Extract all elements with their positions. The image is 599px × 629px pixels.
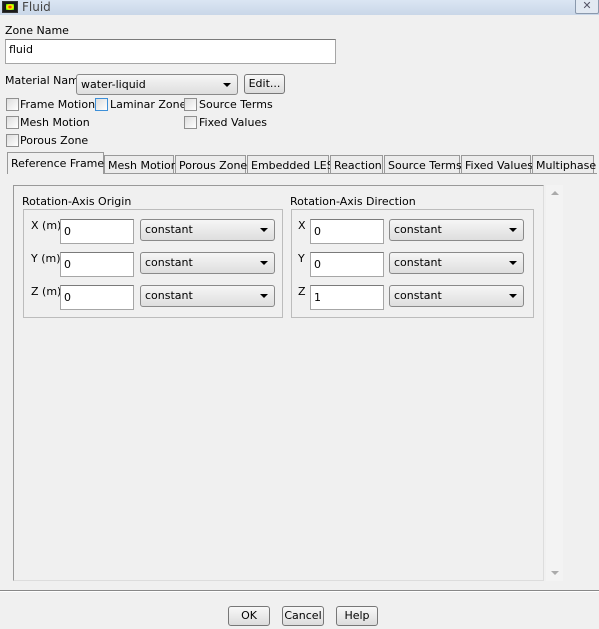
method-value: constant bbox=[394, 256, 442, 269]
scroll-up-icon[interactable] bbox=[551, 191, 559, 195]
direction-z-method-select[interactable]: constant bbox=[389, 285, 524, 307]
frame-motion-checkbox[interactable] bbox=[6, 98, 19, 111]
vertical-scrollbar[interactable] bbox=[546, 185, 563, 581]
close-icon: ✕ bbox=[582, 0, 592, 12]
fixed-values-label: Fixed Values bbox=[199, 116, 267, 129]
direction-y-label: Y bbox=[298, 252, 305, 265]
material-name-label: Material Name bbox=[5, 74, 86, 87]
laminar-zone-label: Laminar Zone bbox=[110, 98, 187, 111]
edit-button[interactable]: Edit... bbox=[244, 74, 285, 94]
direction-x-input[interactable]: 0 bbox=[310, 219, 384, 244]
origin-y-input[interactable]: 0 bbox=[60, 252, 134, 277]
help-button[interactable]: Help bbox=[336, 606, 378, 626]
method-value: constant bbox=[145, 289, 193, 302]
tab-reference-frame[interactable]: Reference Frame bbox=[7, 152, 104, 174]
dropdown-arrow-icon bbox=[260, 228, 268, 232]
title-bar bbox=[0, 0, 599, 15]
direction-z-input[interactable]: 1 bbox=[310, 285, 384, 310]
origin-x-input[interactable]: 0 bbox=[60, 219, 134, 244]
porous-zone-label: Porous Zone bbox=[20, 134, 89, 147]
dropdown-arrow-icon bbox=[260, 294, 268, 298]
cancel-button[interactable]: Cancel bbox=[282, 606, 324, 626]
tab-mesh-motion[interactable]: Mesh Motion bbox=[104, 155, 178, 174]
origin-z-input[interactable]: 0 bbox=[60, 285, 134, 310]
dropdown-arrow-icon bbox=[260, 261, 268, 265]
origin-x-label: X (m) bbox=[31, 219, 62, 232]
origin-title: Rotation-Axis Origin bbox=[22, 195, 132, 208]
origin-y-label: Y (m) bbox=[31, 252, 61, 265]
method-value: constant bbox=[394, 289, 442, 302]
direction-x-label: X bbox=[298, 219, 306, 232]
origin-z-label: Z (m) bbox=[31, 285, 62, 298]
direction-title: Rotation-Axis Direction bbox=[290, 195, 416, 208]
zone-name-input[interactable]: fluid bbox=[5, 39, 336, 64]
tab-reaction[interactable]: Reaction bbox=[330, 155, 383, 174]
separator bbox=[0, 590, 599, 592]
origin-x-method-select[interactable]: constant bbox=[140, 219, 275, 241]
source-terms-checkbox[interactable] bbox=[184, 98, 197, 111]
material-select[interactable]: water-liquid bbox=[76, 74, 238, 95]
app-icon bbox=[2, 1, 18, 13]
dropdown-arrow-icon bbox=[509, 228, 517, 232]
direction-y-input[interactable]: 0 bbox=[310, 252, 384, 277]
method-value: constant bbox=[394, 223, 442, 236]
dropdown-arrow-icon bbox=[509, 294, 517, 298]
direction-x-method-select[interactable]: constant bbox=[389, 219, 524, 241]
origin-y-method-select[interactable]: constant bbox=[140, 252, 275, 274]
window-title: Fluid bbox=[22, 0, 51, 14]
tab-embedded-les[interactable]: Embedded LES bbox=[247, 155, 334, 174]
mesh-motion-checkbox[interactable] bbox=[6, 116, 19, 129]
mesh-motion-label: Mesh Motion bbox=[20, 116, 90, 129]
origin-z-method-select[interactable]: constant bbox=[140, 285, 275, 307]
porous-zone-checkbox[interactable] bbox=[6, 134, 19, 147]
dropdown-arrow-icon bbox=[509, 261, 517, 265]
tab-multiphase[interactable]: Multiphase bbox=[532, 155, 596, 174]
tab-source-terms[interactable]: Source Terms bbox=[384, 155, 462, 174]
fixed-values-checkbox[interactable] bbox=[184, 116, 197, 129]
frame-motion-label: Frame Motion bbox=[20, 98, 96, 111]
method-value: constant bbox=[145, 223, 193, 236]
method-value: constant bbox=[145, 256, 193, 269]
direction-y-method-select[interactable]: constant bbox=[389, 252, 524, 274]
close-button[interactable]: ✕ bbox=[575, 0, 599, 14]
tab-porous-zone[interactable]: Porous Zone bbox=[175, 155, 247, 174]
source-terms-label: Source Terms bbox=[199, 98, 273, 111]
scroll-down-icon[interactable] bbox=[551, 571, 559, 575]
ok-button[interactable]: OK bbox=[228, 606, 270, 626]
tab-fixed-values[interactable]: Fixed Values bbox=[461, 155, 533, 174]
material-value: water-liquid bbox=[81, 78, 146, 91]
laminar-zone-checkbox[interactable] bbox=[95, 98, 108, 111]
direction-z-label: Z bbox=[298, 285, 306, 298]
zone-name-label: Zone Name bbox=[5, 24, 69, 37]
dropdown-arrow-icon bbox=[223, 83, 231, 87]
